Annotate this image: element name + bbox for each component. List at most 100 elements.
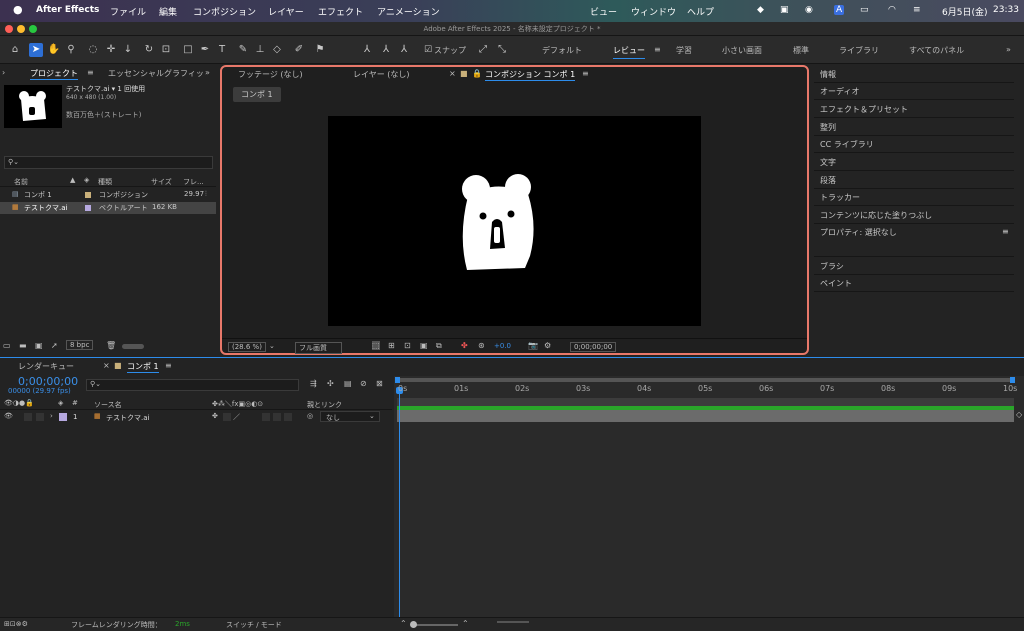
keyframe-toggle-icon[interactable]: ◇ bbox=[1016, 410, 1022, 419]
zoom-dropdown[interactable]: (28.6 %) bbox=[228, 342, 266, 352]
snap-option-icon[interactable]: ⤢ bbox=[476, 43, 490, 57]
brush-tool-icon[interactable]: ✎ bbox=[236, 43, 250, 57]
project-menu-icon[interactable]: ≡ bbox=[87, 68, 94, 77]
layer-name[interactable]: テストクマ.ai bbox=[106, 413, 149, 423]
sort-up-icon[interactable]: ▲ bbox=[70, 176, 75, 184]
table-row[interactable]: ▤ コンポ 1 コンポジション 29.97 ⫶ bbox=[0, 189, 216, 201]
menu-view[interactable]: ビュー bbox=[590, 5, 617, 18]
workspace-default[interactable]: デフォルト bbox=[542, 45, 582, 56]
quality-switch-icon[interactable]: ／ bbox=[233, 412, 240, 422]
tab-layer[interactable]: レイヤー (なし) bbox=[353, 69, 410, 80]
lock-icon[interactable]: 🔒 bbox=[472, 69, 482, 78]
label-col-icon[interactable]: ◈ bbox=[58, 399, 63, 407]
flowchart-icon[interactable]: ⫶ bbox=[205, 190, 207, 199]
tab-render-queue[interactable]: レンダーキュー bbox=[18, 361, 74, 372]
axis-world-icon[interactable]: ⅄ bbox=[379, 43, 393, 57]
panel-cc-libraries[interactable]: CC ライブラリ bbox=[820, 139, 874, 150]
eraser-tool-icon[interactable]: ◇ bbox=[270, 43, 284, 57]
menubar-date[interactable]: 6月5日(金) bbox=[942, 5, 987, 18]
panel-properties[interactable]: プロパティ: 選択なし bbox=[820, 227, 897, 238]
switch-mode-toggle[interactable]: スイッチ / モード bbox=[226, 620, 282, 630]
panel-more-icon[interactable]: » bbox=[205, 68, 210, 77]
project-search-input[interactable]: ⚲⌄ bbox=[4, 156, 213, 169]
pan-camera-icon[interactable]: ✛ bbox=[104, 43, 118, 57]
layer-duration-bar[interactable] bbox=[397, 410, 1014, 422]
mask-visibility-icon[interactable]: ⊡ bbox=[404, 341, 411, 350]
menu-file[interactable]: ファイル bbox=[110, 5, 146, 18]
menu-help[interactable]: ヘルプ bbox=[687, 5, 714, 18]
workspace-menu-icon[interactable]: ≡ bbox=[654, 45, 661, 54]
roto-brush-icon[interactable]: ✐ bbox=[292, 43, 306, 57]
zoom-window-icon[interactable] bbox=[29, 25, 37, 33]
axis-local-icon[interactable]: ⅄ bbox=[360, 43, 374, 57]
apple-icon[interactable]: ● bbox=[13, 3, 23, 16]
orbit-camera-icon[interactable]: ◌ bbox=[86, 43, 100, 57]
panel-paragraph[interactable]: 段落 bbox=[820, 175, 836, 186]
col-parent-link[interactable]: 親とリンク bbox=[307, 400, 342, 410]
selection-tool-icon[interactable]: ➤ bbox=[29, 43, 43, 57]
remote-icon[interactable]: ▣ bbox=[780, 5, 789, 15]
3d-switch[interactable] bbox=[284, 413, 292, 421]
menu-window[interactable]: ウィンドウ bbox=[631, 5, 676, 18]
wifi-icon[interactable]: ◠ bbox=[888, 5, 896, 15]
workspace-standard[interactable]: 標準 bbox=[793, 45, 809, 56]
label-color-swatch[interactable] bbox=[59, 413, 67, 421]
timeline-menu-icon[interactable]: ≡ bbox=[165, 361, 172, 370]
tab-footage[interactable]: フッテージ (なし) bbox=[238, 69, 303, 80]
workspace-libraries[interactable]: ライブラリ bbox=[839, 45, 879, 56]
region-of-interest-icon[interactable]: ⬚ bbox=[372, 341, 380, 350]
timeline-search-input[interactable]: ⚲⌄ bbox=[86, 379, 299, 391]
audio-toggle[interactable] bbox=[24, 413, 32, 421]
rotate-tool-icon[interactable]: ↻ bbox=[142, 43, 156, 57]
new-comp-icon[interactable]: ▣ bbox=[35, 341, 43, 350]
work-area-navigator[interactable] bbox=[397, 378, 1014, 382]
menubar-time[interactable]: 23:33 bbox=[993, 5, 1019, 15]
playhead-line[interactable] bbox=[399, 388, 400, 631]
shy-switch-icon[interactable]: ✤ bbox=[212, 412, 218, 420]
dolly-camera-icon[interactable]: ↓ bbox=[121, 43, 135, 57]
properties-menu-icon[interactable]: ≡ bbox=[1002, 227, 1009, 236]
guide-options-icon[interactable]: ▣ bbox=[420, 341, 428, 350]
home-icon[interactable]: ⌂ bbox=[8, 43, 22, 57]
minimize-window-icon[interactable] bbox=[17, 25, 25, 33]
snap-checkbox[interactable]: ☑ bbox=[421, 43, 435, 57]
panel-brush[interactable]: ブラシ bbox=[820, 261, 844, 272]
channel-icon[interactable]: ✤ bbox=[461, 341, 468, 350]
3d-view-icon[interactable]: ⧉ bbox=[436, 341, 442, 351]
scroll-handle[interactable] bbox=[497, 621, 529, 623]
panel-audio[interactable]: オーディオ bbox=[820, 86, 859, 97]
snapshot-icon[interactable]: 📷 bbox=[528, 341, 538, 350]
workspace-small-screen[interactable]: 小さい画面 bbox=[722, 45, 762, 56]
trash-icon[interactable]: 🗑 bbox=[106, 341, 116, 350]
color-management-icon[interactable]: ⊛ bbox=[478, 341, 485, 350]
show-snapshot-icon[interactable]: ⚙ bbox=[544, 341, 551, 350]
interpret-footage-icon[interactable]: ▭ bbox=[3, 341, 11, 350]
panel-align[interactable]: 整列 bbox=[820, 122, 836, 133]
type-tool-icon[interactable]: T bbox=[215, 43, 229, 57]
table-row[interactable]: ▦ テストクマ.ai ベクトルアート 162 KB bbox=[0, 202, 216, 214]
tab-essential-graphics[interactable]: エッセンシャルグラフィッ bbox=[108, 68, 204, 79]
parent-dropdown[interactable]: なし ⌄ bbox=[320, 411, 380, 422]
label-col-icon[interactable]: ◈ bbox=[84, 176, 89, 184]
layer-row[interactable]: 👁 › 1 ▦ テストクマ.ai ✤ ／ ◎ なし ⌄ bbox=[0, 411, 392, 423]
more-workspaces-icon[interactable]: » bbox=[1006, 45, 1011, 54]
shy-layers-icon[interactable]: ▤ bbox=[344, 379, 352, 388]
composition-canvas[interactable] bbox=[328, 116, 701, 326]
close-tab-icon[interactable]: × bbox=[449, 69, 456, 78]
workspace-all-panels[interactable]: すべてのパネル bbox=[909, 45, 964, 56]
draft-3d-icon[interactable]: ✣ bbox=[327, 379, 334, 388]
panel-content-aware-fill[interactable]: コンテンツに応じた塗りつぶし bbox=[820, 210, 932, 221]
zoom-tool-icon[interactable]: ⚲ bbox=[64, 43, 78, 57]
solo-toggle[interactable] bbox=[36, 413, 44, 421]
collapse-switch[interactable] bbox=[223, 413, 231, 421]
rectangle-tool-icon[interactable]: □ bbox=[181, 43, 195, 57]
input-mode-indicator[interactable]: A bbox=[834, 5, 845, 15]
battery-icon[interactable]: ▭ bbox=[860, 5, 869, 15]
puppet-tool-icon[interactable]: ⚑ bbox=[313, 43, 327, 57]
visibility-eye-icon[interactable]: 👁 bbox=[4, 412, 13, 420]
pen-tool-icon[interactable]: ✒ bbox=[198, 43, 212, 57]
adjustment-switch[interactable] bbox=[273, 413, 281, 421]
close-tab-icon[interactable]: × bbox=[103, 361, 110, 370]
comp-breadcrumb[interactable]: コンポ 1 bbox=[233, 87, 281, 102]
timeline-zoom-slider[interactable] bbox=[412, 624, 458, 626]
